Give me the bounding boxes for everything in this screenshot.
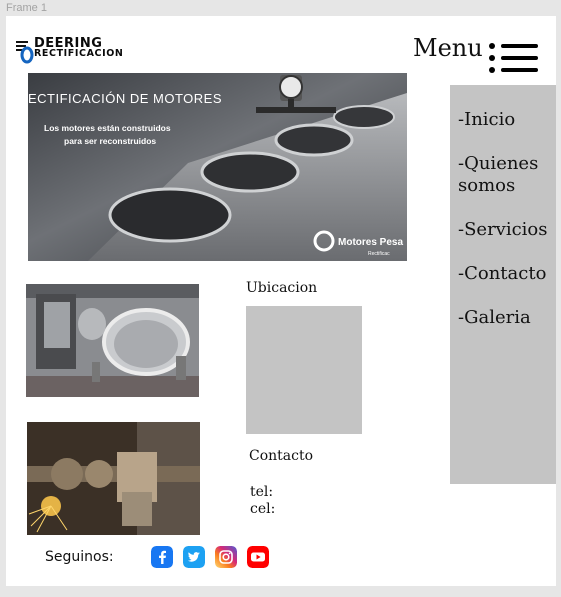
engine-block-photo [26, 284, 199, 397]
sidebar-menu: -Inicio -Quienes somos -Servicios -Conta… [450, 85, 556, 484]
nav-item-quienes-somos[interactable]: -Quienes somos [458, 153, 538, 197]
nav-item-servicios[interactable]: -Servicios [458, 219, 548, 241]
follow-us-label: Seguinos: [45, 549, 114, 565]
logo-text-bottom: RECTIFICACION [34, 48, 124, 59]
brand-logo[interactable]: DEERING RECTIFICACION [16, 36, 140, 64]
location-label: Ubicacion [246, 280, 318, 296]
facebook-icon[interactable] [151, 546, 173, 568]
map-placeholder[interactable] [246, 306, 362, 434]
crankshaft-grinding-photo [27, 422, 200, 535]
hero-heading: ECTIFICACIÓN DE MOTORES [28, 91, 222, 106]
twitter-icon[interactable] [183, 546, 205, 568]
instagram-icon[interactable] [215, 546, 237, 568]
cel-label: cel: [250, 501, 276, 517]
hamburger-menu-icon[interactable] [489, 43, 539, 75]
frame-label: Frame 1 [6, 2, 47, 14]
youtube-icon[interactable] [247, 546, 269, 568]
nav-item-contacto[interactable]: -Contacto [458, 263, 546, 285]
hero-watermark-small: Rectificac [368, 251, 390, 257]
hero-subtitle-line2: para ser reconstruidos [64, 136, 156, 146]
page-frame: DEERING RECTIFICACION Menu -Inicio -Quie… [6, 16, 556, 586]
nav-item-galeria[interactable]: -Galeria [458, 307, 531, 329]
hero-subtitle-line1: Los motores están construidos [44, 123, 171, 133]
logo-mark-icon [16, 41, 34, 64]
tel-label: tel: [250, 484, 274, 500]
hero-watermark: Motores Pesa [338, 237, 403, 248]
contact-label: Contacto [249, 448, 314, 464]
menu-title: Menu [413, 34, 483, 62]
contact-details: tel: cel: [250, 484, 275, 518]
nav-item-inicio[interactable]: -Inicio [458, 109, 515, 131]
hero-banner-image: ECTIFICACIÓN DE MOTORES Los motores está… [28, 73, 407, 261]
